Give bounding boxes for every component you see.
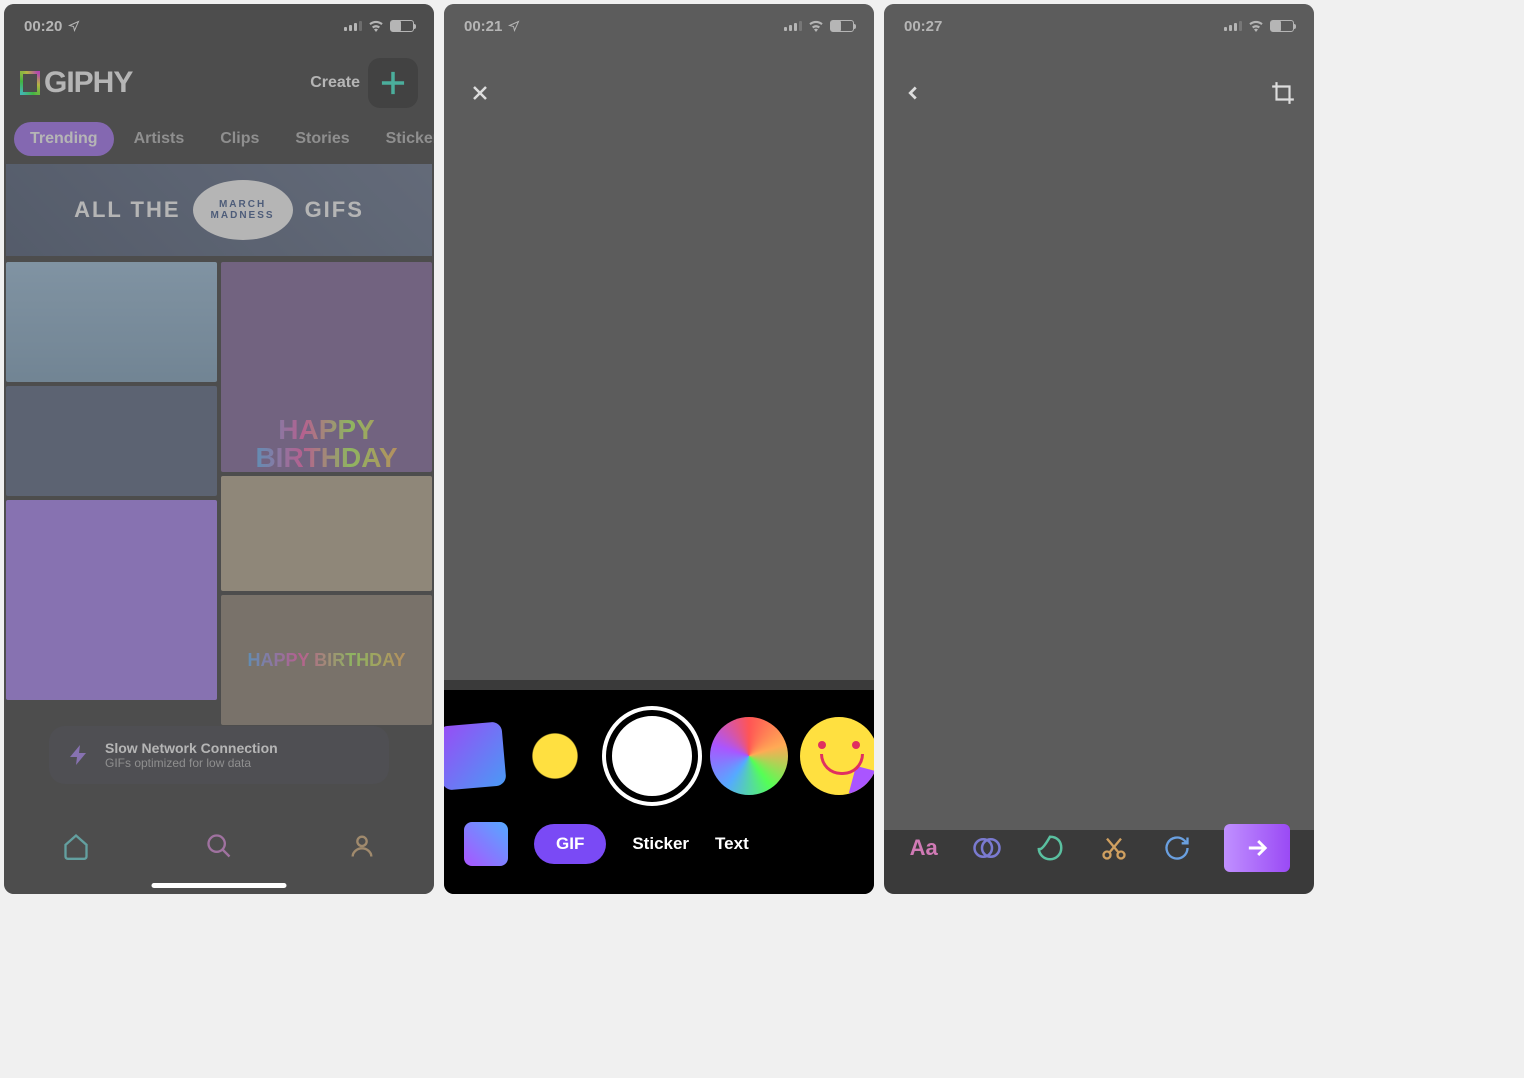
effect-smiley[interactable] <box>800 717 874 795</box>
tab-artists[interactable]: Artists <box>118 122 201 156</box>
wifi-icon <box>368 20 384 32</box>
back-button[interactable] <box>902 82 924 109</box>
location-icon <box>68 20 80 32</box>
create-button[interactable] <box>368 58 418 108</box>
giphy-logo-text: GIPHY <box>44 66 132 100</box>
gif-caption: HAPPY BIRTHDAY <box>247 650 405 671</box>
signal-icon <box>344 21 362 31</box>
mode-gif[interactable]: GIF <box>534 824 606 864</box>
battery-icon <box>1270 20 1294 32</box>
lightning-icon <box>67 743 91 767</box>
gif-tile[interactable] <box>6 386 217 496</box>
search-icon[interactable] <box>205 832 233 860</box>
gif-caption: BIRTHDAY <box>255 444 397 472</box>
gif-tile[interactable]: HAPPY BIRTHDAY <box>221 262 432 472</box>
loop-tool[interactable] <box>1161 832 1193 864</box>
gif-tile[interactable]: HAPPY BIRTHDAY <box>221 595 432 725</box>
location-icon <box>508 20 520 32</box>
gif-tile[interactable] <box>6 500 217 700</box>
gif-tile[interactable] <box>221 476 432 591</box>
leaf-icon <box>1035 833 1065 863</box>
effects-row[interactable] <box>444 698 874 814</box>
status-bar: 00:27 <box>884 4 1314 48</box>
dim-overlay <box>444 4 874 680</box>
crop-button[interactable] <box>1270 80 1296 111</box>
toast-subtitle: GIFs optimized for low data <box>105 756 371 770</box>
home-icon[interactable] <box>62 832 90 860</box>
bottom-nav <box>4 816 434 876</box>
status-time: 00:21 <box>464 18 502 35</box>
status-bar: 00:21 <box>444 4 874 48</box>
edit-toolbar: Aa <box>884 814 1314 882</box>
battery-icon <box>390 20 414 32</box>
trim-tool[interactable] <box>1098 832 1130 864</box>
toast-title: Slow Network Connection <box>105 740 371 756</box>
redo-icon <box>1163 834 1191 862</box>
sticker-tool[interactable] <box>971 832 1003 864</box>
giphy-logo-icon <box>20 71 40 95</box>
promo-banner[interactable]: ALL THE MARCHMADNESS GIFS <box>6 164 432 256</box>
capture-controls: GIF Sticker Text <box>444 690 874 894</box>
tab-clips[interactable]: Clips <box>204 122 275 156</box>
shape-tool[interactable] <box>1034 832 1066 864</box>
shutter-button[interactable] <box>606 710 698 802</box>
close-button[interactable] <box>468 80 492 112</box>
giphy-edit-screen: 00:27 Aa <box>884 4 1314 894</box>
wifi-icon <box>1248 20 1264 32</box>
signal-icon <box>1224 21 1242 31</box>
effect-starburst[interactable] <box>516 717 594 795</box>
banner-text-right: GIFS <box>305 197 364 223</box>
home-indicator[interactable] <box>152 883 287 888</box>
dim-overlay <box>884 4 1314 830</box>
tab-trending[interactable]: Trending <box>14 122 114 156</box>
mode-row: GIF Sticker Text <box>444 814 874 874</box>
march-madness-logo: MARCHMADNESS <box>193 180 293 240</box>
next-button[interactable] <box>1224 824 1290 872</box>
gif-caption: HAPPY <box>255 416 397 444</box>
create-label[interactable]: Create <box>310 74 360 92</box>
giphy-logo[interactable]: GIPHY <box>20 66 132 100</box>
status-time: 00:20 <box>24 18 62 35</box>
text-tool[interactable]: Aa <box>908 832 940 864</box>
profile-icon[interactable] <box>348 832 376 860</box>
arrow-right-icon <box>1243 834 1271 862</box>
signal-icon <box>784 21 802 31</box>
effect-rainbow[interactable] <box>710 717 788 795</box>
category-tabs: Trending Artists Clips Stories Stickers <box>4 118 434 160</box>
wifi-icon <box>808 20 824 32</box>
effect-card-stack[interactable] <box>444 721 507 790</box>
scissors-icon <box>1100 834 1128 862</box>
banner-text-left: ALL THE <box>74 197 180 223</box>
gif-grid: HAPPY BIRTHDAY HAPPY BIRTHDAY <box>4 260 434 727</box>
overlap-circles-icon <box>972 833 1002 863</box>
chevron-left-icon <box>902 82 924 104</box>
gallery-button[interactable] <box>464 822 508 866</box>
gif-tile[interactable] <box>6 262 217 382</box>
status-time: 00:27 <box>904 18 942 35</box>
tab-stickers[interactable]: Stickers <box>370 122 434 156</box>
giphy-home-screen: 00:20 GIPHY Create Trending Artists Clip… <box>4 4 434 894</box>
plus-icon <box>379 69 407 97</box>
crop-icon <box>1270 80 1296 106</box>
battery-icon <box>830 20 854 32</box>
mode-sticker[interactable]: Sticker <box>632 834 689 854</box>
network-toast[interactable]: Slow Network Connection GIFs optimized f… <box>49 726 389 784</box>
mode-text[interactable]: Text <box>715 834 749 854</box>
tab-stories[interactable]: Stories <box>279 122 365 156</box>
status-bar: 00:20 <box>4 4 434 48</box>
giphy-capture-screen: 00:21 GIF Sticker Text <box>444 4 874 894</box>
app-header: GIPHY Create <box>4 48 434 118</box>
close-icon <box>468 81 492 105</box>
